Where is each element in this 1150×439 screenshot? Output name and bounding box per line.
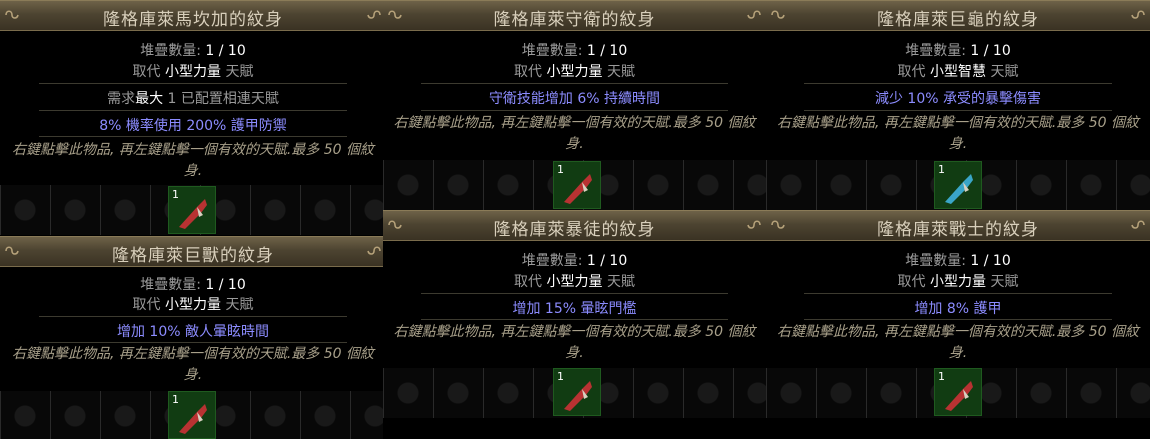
- red-tattoo-icon: [179, 199, 207, 229]
- stack-size-line: 堆疊數量: 1 / 10: [905, 43, 1011, 59]
- flavor-text: 右鍵點擊此物品, 再左鍵點擊一個有效的天賦.最多 50 個紋身.: [776, 115, 1140, 152]
- inventory-slot[interactable]: 1: [168, 186, 216, 234]
- red-tattoo-icon: [179, 404, 207, 434]
- separator: [38, 316, 348, 317]
- inventory-slot[interactable]: 1: [168, 391, 216, 439]
- separator: [804, 83, 1112, 84]
- item-modifier: 增加 10% 敵人暈眩時間: [116, 324, 270, 340]
- tooltip-card-behemoth: 隆格庫萊巨獸的紋身 堆疊數量: 1 / 10 取代 小型力量 天賦 增加 10%…: [0, 236, 386, 439]
- item-title: 隆格庫萊暴徒的紋身: [493, 220, 656, 240]
- tooltip-header: 隆格庫萊巨獸的紋身: [0, 236, 386, 267]
- tooltip-header: 隆格庫萊暴徒的紋身: [383, 210, 766, 241]
- replace-line: 取代 小型力量 天賦: [514, 274, 635, 290]
- item-title: 隆格庫萊巨龜的紋身: [877, 10, 1039, 30]
- item-modifier: 守衛技能增加 6% 持續時間: [488, 91, 661, 107]
- inventory-slot[interactable]: 1: [934, 368, 982, 416]
- item-title: 隆格庫萊守衛的紋身: [493, 10, 656, 30]
- separator: [421, 319, 728, 320]
- stack-size-line: 堆疊數量: 1 / 10: [140, 277, 246, 293]
- separator: [804, 293, 1112, 294]
- replace-line: 取代 小型力量 天賦: [514, 64, 635, 80]
- red-tattoo-icon: [564, 381, 592, 411]
- red-tattoo-icon: [564, 174, 592, 204]
- tooltip-header: 隆格庫萊馬坎加的紋身: [0, 0, 386, 31]
- flavor-text: 右鍵點擊此物品, 再左鍵點擊一個有效的天賦.最多 50 個紋身.: [11, 346, 375, 383]
- flavor-text: 右鍵點擊此物品, 再左鍵點擊一個有效的天賦.最多 50 個紋身.: [393, 324, 756, 361]
- ornament-icon: [1131, 10, 1145, 19]
- requirement-line: 需求最大 1 已配置相連天賦: [107, 91, 279, 107]
- item-title: 隆格庫萊馬坎加的紋身: [103, 10, 283, 30]
- tooltip-card-tortoise: 隆格庫萊巨龜的紋身 堆疊數量: 1 / 10 取代 小型智慧 天賦 減少 10%…: [766, 0, 1150, 210]
- stack-size-line: 堆疊數量: 1 / 10: [521, 253, 628, 269]
- flavor-text: 右鍵點擊此物品, 再左鍵點擊一個有效的天賦.最多 50 個紋身.: [776, 324, 1140, 361]
- inventory-slot[interactable]: 1: [934, 161, 982, 209]
- replace-line: 取代 小型力量 天賦: [132, 297, 254, 313]
- tooltip-header: 隆格庫萊守衛的紋身: [383, 0, 766, 31]
- ornament-icon: [367, 246, 381, 255]
- ornament-icon: [747, 10, 761, 19]
- blue-tattoo-icon: [945, 174, 973, 204]
- item-modifier: 減少 10% 承受的暴擊傷害: [874, 91, 1042, 107]
- item-title: 隆格庫萊戰士的紋身: [877, 220, 1039, 240]
- tooltip-card-warrior: 隆格庫萊戰士的紋身 堆疊數量: 1 / 10 取代 小型力量 天賦 增加 8% …: [766, 210, 1150, 439]
- replace-line: 取代 小型力量 天賦: [897, 274, 1019, 290]
- ornament-icon: [367, 10, 381, 19]
- flavor-text: 右鍵點擊此物品, 再左鍵點擊一個有效的天賦.最多 50 個紋身.: [11, 142, 375, 179]
- stack-size-line: 堆疊數量: 1 / 10: [905, 253, 1011, 269]
- stack-size-line: 堆疊數量: 1 / 10: [140, 43, 246, 59]
- flavor-text: 右鍵點擊此物品, 再左鍵點擊一個有效的天賦.最多 50 個紋身.: [393, 115, 756, 152]
- separator: [38, 342, 348, 343]
- ornament-icon: [747, 220, 761, 229]
- separator: [421, 110, 728, 111]
- separator: [421, 293, 728, 294]
- red-tattoo-icon: [945, 381, 973, 411]
- item-modifier: 增加 15% 暈眩門檻: [512, 301, 637, 317]
- ornament-icon: [1131, 220, 1145, 229]
- separator: [804, 319, 1112, 320]
- separator: [38, 83, 348, 84]
- item-title: 隆格庫萊巨獸的紋身: [112, 246, 274, 266]
- tooltip-card-brute: 隆格庫萊暴徒的紋身 堆疊數量: 1 / 10 取代 小型力量 天賦 增加 15%…: [383, 210, 766, 439]
- tooltip-header: 隆格庫萊戰士的紋身: [766, 210, 1150, 241]
- separator: [38, 136, 348, 137]
- tooltip-card-guardian: 隆格庫萊守衛的紋身 堆疊數量: 1 / 10 取代 小型力量 天賦 守衛技能增加…: [383, 0, 766, 210]
- tooltip-card-makanga: 隆格庫萊馬坎加的紋身 堆疊數量: 1 / 10 取代 小型力量 天賦 需求最大 …: [0, 0, 386, 236]
- tooltip-header: 隆格庫萊巨龜的紋身: [766, 0, 1150, 31]
- replace-line: 取代 小型智慧 天賦: [897, 64, 1019, 80]
- item-modifier: 增加 8% 護甲: [914, 301, 1002, 317]
- inventory-slot[interactable]: 1: [553, 161, 601, 209]
- separator: [38, 110, 348, 111]
- stack-size-line: 堆疊數量: 1 / 10: [521, 43, 628, 59]
- item-modifier: 8% 機率使用 200% 護甲防禦: [99, 118, 287, 134]
- separator: [421, 83, 728, 84]
- inventory-slot[interactable]: 1: [553, 368, 601, 416]
- replace-line: 取代 小型力量 天賦: [132, 64, 254, 80]
- separator: [804, 110, 1112, 111]
